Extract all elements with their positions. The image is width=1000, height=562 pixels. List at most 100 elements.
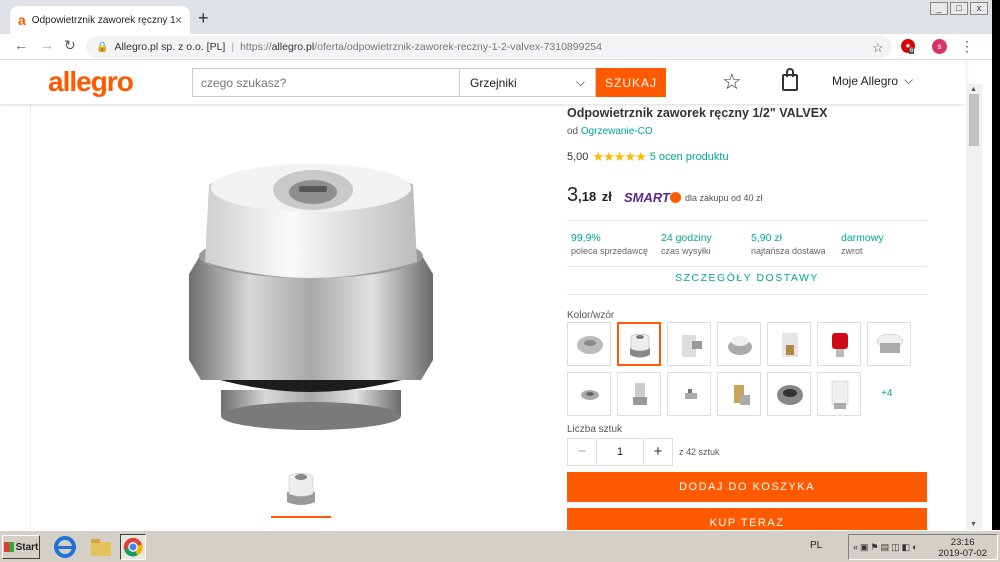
quantity-decrease-button[interactable]: − (567, 438, 597, 466)
tray-icons[interactable]: «▣⚑▤◫◧◐ (853, 542, 920, 553)
seller-line: od Ogrzewanie-CO (567, 126, 653, 137)
browser-tab[interactable]: a Odpowietrznik zaworek ręczny 1/2" × (10, 6, 190, 34)
language-indicator[interactable]: PL (810, 540, 822, 551)
quantity-available: z 42 sztuk (679, 447, 720, 457)
tab-title: Odpowietrznik zaworek ręczny 1/2" (31, 14, 175, 26)
url-separator: | (231, 41, 235, 53)
watchlist-star-icon[interactable]: ☆ (722, 69, 742, 95)
delivery-item: darmowy zwrot (841, 232, 884, 256)
gallery-thumbnail[interactable] (271, 466, 331, 518)
more-variants-link[interactable]: +4 (881, 388, 892, 399)
start-button[interactable]: Start (2, 535, 40, 559)
price-currency: zł (601, 189, 612, 204)
price-cents: ,18 (578, 189, 597, 204)
variant-image (876, 333, 904, 353)
delivery-value: 99,9% (571, 232, 601, 244)
reload-icon[interactable]: ↻ (64, 37, 76, 54)
new-tab-button[interactable]: + (198, 8, 209, 29)
variant-swatch-selected[interactable] (617, 322, 661, 366)
delivery-item: 5,90 zł najtańsza dostawa (751, 232, 826, 256)
variant-swatch[interactable] (667, 372, 711, 416)
allegro-logo[interactable]: allegro (48, 66, 134, 98)
close-window-button[interactable]: x (970, 2, 988, 15)
scrollbar-thumb[interactable] (969, 94, 979, 146)
seller-link[interactable]: Ogrzewanie-CO (581, 126, 653, 137)
variant-swatch[interactable] (567, 372, 611, 416)
delivery-value: 24 godziny (661, 232, 712, 244)
back-arrow-icon[interactable]: ← (14, 37, 28, 53)
page-scrollbar[interactable]: ▲ ▼ (966, 84, 982, 530)
delivery-details-link[interactable]: SZCZEGÓŁY DOSTAWY (567, 272, 927, 284)
price-main: 3 (567, 184, 579, 206)
variant-swatch[interactable] (667, 322, 711, 366)
thumbnail-image (287, 472, 315, 505)
maximize-button[interactable]: □ (950, 2, 968, 15)
smart-label: SMART (624, 190, 670, 205)
price: 3,18 zł (567, 184, 612, 207)
reviews-link[interactable]: 5 ocen produktu (650, 151, 729, 163)
close-tab-icon[interactable]: × (175, 13, 182, 27)
search-button[interactable]: SZUKAJ (596, 68, 666, 97)
site-identity: Allegro.pl sp. z o.o. [PL] (114, 41, 226, 53)
variant-image (728, 336, 752, 355)
file-explorer-icon[interactable] (88, 534, 114, 560)
cart-icon[interactable] (780, 68, 800, 92)
chevron-down-icon: ⌵ (904, 73, 914, 87)
variant-swatch[interactable] (817, 322, 861, 366)
delivery-value: darmowy (841, 232, 884, 244)
chrome-icon[interactable] (120, 534, 146, 560)
category-select[interactable]: Grzejniki ⌵ (460, 68, 596, 97)
cart-body (782, 74, 798, 91)
quantity-input[interactable]: 1 (597, 438, 643, 466)
variant-image (832, 333, 848, 357)
search-input[interactable] (192, 68, 460, 97)
variant-image (734, 385, 750, 405)
address-bar[interactable]: 🔒 Allegro.pl sp. z o.o. [PL] | https:// … (86, 36, 892, 58)
desktop-edge (992, 0, 1000, 562)
delivery-item: 24 godziny czas wysyłki (661, 232, 712, 256)
clock-time: 23:16 (950, 537, 975, 548)
divider (567, 266, 927, 267)
add-to-cart-button[interactable]: DODAJ DO KOSZYKA (567, 472, 927, 502)
clock[interactable]: 23:16 2019-07-02 (938, 537, 987, 559)
variant-swatch[interactable] (717, 372, 761, 416)
delivery-value: 5,90 zł (751, 232, 782, 244)
variant-swatch[interactable] (767, 372, 811, 416)
delivery-info: 99,9% poleca sprzedawcę 24 godziny czas … (567, 232, 927, 262)
profile-avatar[interactable]: s (932, 39, 947, 54)
forward-arrow-icon[interactable]: → (40, 37, 54, 53)
variant-swatch[interactable] (817, 372, 861, 416)
chevron-down-icon: ⌵ (575, 75, 585, 89)
scroll-down-icon[interactable]: ▼ (970, 521, 977, 528)
system-tray: «▣⚑▤◫◧◐ 23:16 2019-07-02 (848, 534, 998, 560)
variant-swatch[interactable] (567, 322, 611, 366)
internet-explorer-icon[interactable] (52, 534, 78, 560)
url-path: /oferta/odpowietrznik-zaworek-reczny-1-2… (314, 41, 602, 53)
variant-swatch[interactable] (767, 322, 811, 366)
category-value: Grzejniki (470, 75, 517, 90)
url-scheme: https:// (240, 41, 272, 53)
browser-menu-icon[interactable]: ⋮ (960, 38, 974, 55)
browser-window: a Odpowietrznik zaworek ręczny 1/2" × + … (0, 0, 992, 562)
scroll-up-icon[interactable]: ▲ (970, 86, 977, 93)
variant-swatch[interactable] (717, 322, 761, 366)
smart-note: dla zakupu od 40 zł (685, 193, 763, 203)
thumbnail-active-indicator (271, 516, 331, 518)
delivery-item: 99,9% poleca sprzedawcę (571, 232, 648, 256)
allegro-favicon-icon: a (18, 12, 26, 28)
windows-flag-icon (3, 542, 14, 552)
variant-swatch[interactable] (617, 372, 661, 416)
product-title: Odpowietrznik zaworek ręczny 1/2" VALVEX (567, 106, 828, 120)
minimize-button[interactable]: _ (930, 2, 948, 15)
buy-now-button[interactable]: KUP TERAZ (567, 508, 927, 530)
quantity-label: Liczba sztuk (567, 424, 623, 435)
quantity-increase-button[interactable]: + (643, 438, 673, 466)
delivery-label: zwrot (841, 246, 863, 256)
product-main-image[interactable] (151, 144, 531, 474)
start-label: Start (15, 541, 39, 553)
variant-label: Kolor/wzór (567, 310, 615, 321)
bookmark-star-icon[interactable]: ☆ (872, 40, 884, 56)
divider (567, 294, 927, 295)
variant-swatch[interactable] (867, 322, 911, 366)
my-allegro-menu[interactable]: Moje Allegro (832, 74, 898, 88)
